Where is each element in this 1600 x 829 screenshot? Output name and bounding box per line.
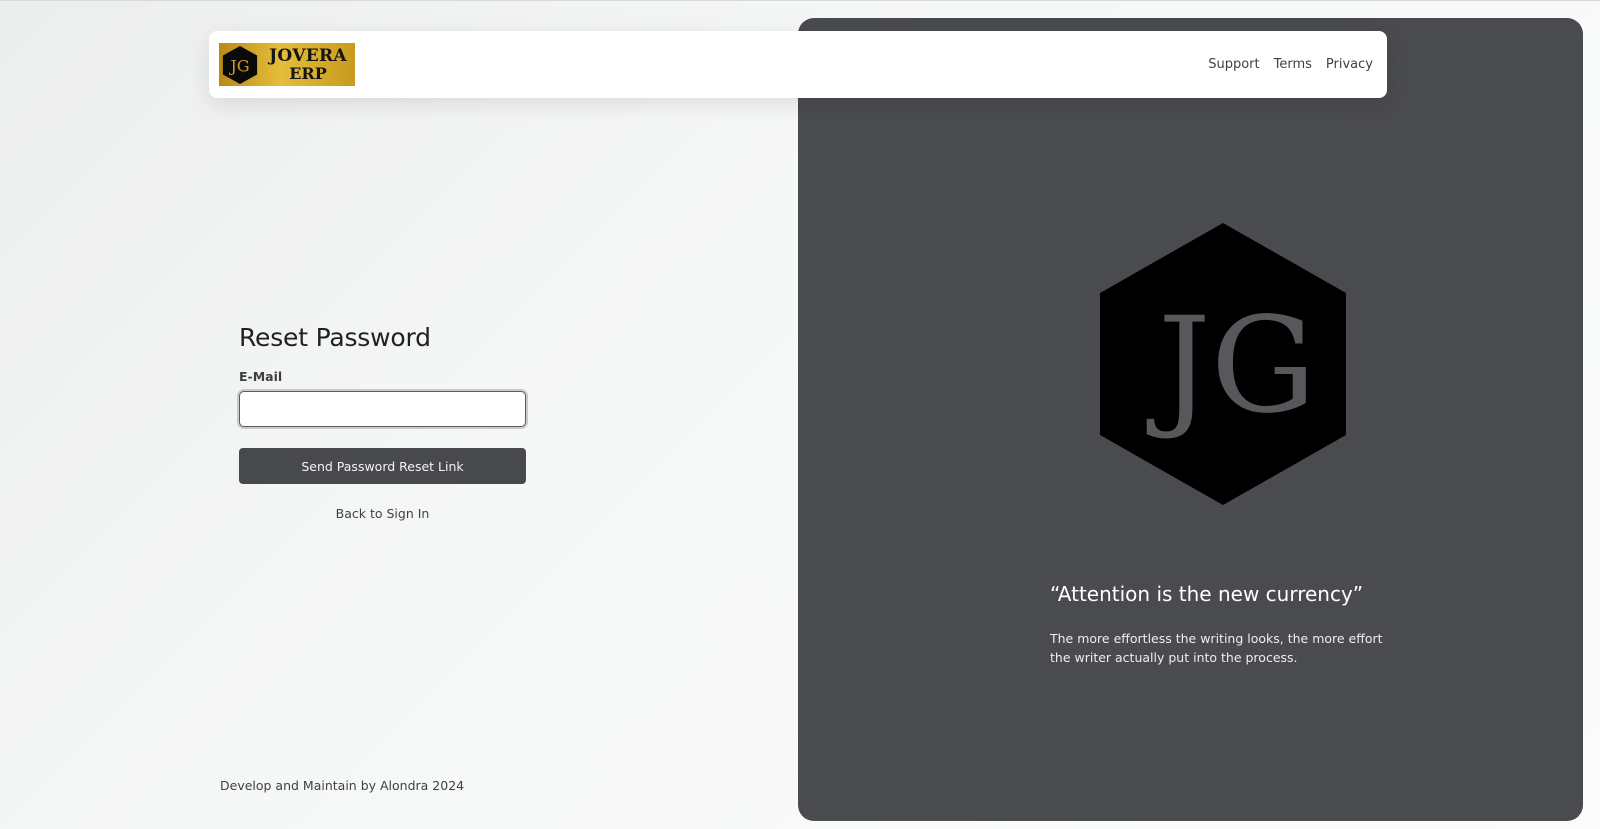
logo-line-2: ERP bbox=[289, 63, 327, 83]
svg-text:JG: JG bbox=[1146, 289, 1316, 443]
jovera-erp-logo[interactable]: JG JOVERA ERP bbox=[219, 43, 355, 86]
svg-text:JG: JG bbox=[228, 56, 249, 75]
panel-quote-subtext: The more effortless the writing looks, t… bbox=[1050, 631, 1383, 665]
nav-support-link[interactable]: Support bbox=[1208, 57, 1259, 72]
panel-quote: “Attention is the new currency” bbox=[1050, 582, 1364, 606]
logo-wordmark: JOVERA ERP bbox=[261, 45, 355, 83]
send-reset-link-button[interactable]: Send Password Reset Link bbox=[239, 448, 526, 484]
back-to-sign-in-link[interactable]: Back to Sign In bbox=[239, 506, 526, 521]
logo-hexagon-icon: JG bbox=[222, 45, 258, 84]
jg-hexagon-logo-icon: JG bbox=[1100, 223, 1346, 505]
nav-terms-link[interactable]: Terms bbox=[1274, 57, 1312, 72]
footer-credit: Develop and Maintain by Alondra 2024 bbox=[220, 778, 465, 793]
email-label: E-Mail bbox=[239, 369, 283, 384]
logo-line-1: JOVERA bbox=[269, 45, 347, 66]
page-title: Reset Password bbox=[239, 323, 431, 352]
nav-privacy-link[interactable]: Privacy bbox=[1326, 57, 1373, 72]
email-field[interactable] bbox=[239, 391, 526, 427]
reset-password-form: Reset Password E-Mail Send Password Rese… bbox=[239, 323, 526, 521]
top-header: JG JOVERA ERP Support Terms Privacy bbox=[209, 31, 1387, 98]
header-nav: Support Terms Privacy bbox=[1208, 57, 1373, 72]
